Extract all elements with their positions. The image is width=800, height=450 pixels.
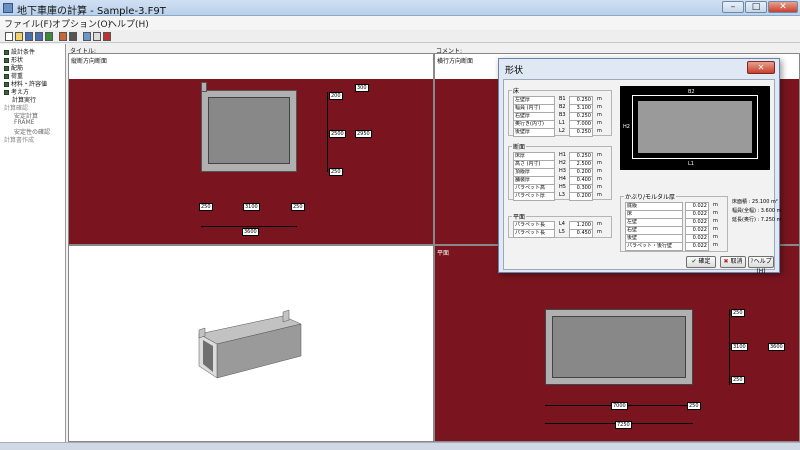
status-bar [0,442,800,450]
title-bar: 地下車庫の計算 - Sample-3.F9T – □ ✕ [0,0,800,17]
pane-view-label: 平面 [437,250,450,257]
dim-label: 200 [329,92,343,100]
tree-item-report[interactable]: 計算書作成 [4,135,34,144]
check-icon: ✔ [691,258,697,265]
culvert-plan-inner [552,316,686,378]
group-title: 断面 [512,142,527,151]
dim-line [201,226,297,227]
preview-inner [638,101,752,153]
value-input[interactable]: 0.250 [569,128,593,137]
section-group: 断面 床厚 H1 0.250 m 高さ (内寸) H2 2.500 m 頂版厚 H3 0.200… [508,142,612,201]
floor-group: 床 左壁厚 B1 0.250 m 幅員 (内寸) B2 3.100 m 右壁厚 B3 0.250… [508,86,612,137]
group-title: 床 [512,86,521,95]
dim-label: 7250 [615,421,632,429]
dim-label: 300 [355,84,369,92]
report-icon[interactable] [69,32,77,41]
toolbar [0,30,800,43]
3d-view-pane[interactable] [68,245,434,442]
close-button[interactable]: ✕ [768,1,798,13]
dialog-title: 形状 [505,66,524,76]
summary-row: 床面積 : 25.100 m² [732,199,778,205]
dim-label: 2500 [329,130,346,138]
value-input[interactable]: 0.450 [569,229,593,238]
shape-preview: B2 L1 H2 [620,86,770,170]
group-title: かぶり/モルタル厚 [624,192,677,201]
pane-view-label: 縦断方向断面 [71,58,108,65]
dim-label: 250 [731,376,745,384]
dim-label: 2950 [355,130,372,138]
dim-label: 3100 [243,203,260,211]
parapet [201,82,207,92]
inner-space [208,97,290,164]
dim-label: 250 [329,168,343,176]
dim-label: 7000 [611,402,628,410]
shape-dialog: 形状 ✕ 床 左壁厚 B1 0.250 m 幅員 (内寸) B2 3.100 m 右壁厚 B3… [498,58,782,275]
dialog-close-button[interactable]: ✕ [747,61,775,74]
dim-label: 3600 [242,228,259,236]
help-button[interactable]: ?ヘルプ(H) [748,256,774,275]
dialog-body: 床 左壁厚 B1 0.250 m 幅員 (内寸) B2 3.100 m 右壁厚 B3 0.250… [503,79,782,275]
pane-view-label: 横行方向断面 [437,58,474,65]
dim-line [327,92,328,172]
ok-button[interactable]: ✔ 確定 [686,256,716,268]
dim-line [729,309,730,385]
value-input[interactable]: 0.200 [569,192,593,201]
dim-label: 250 [199,203,213,211]
cover-group: かぶり/モルタル厚 底版 0.022 m 床 0.022 m 左壁 0.022 m 右壁 0.… [620,192,728,252]
summary-row: 延長(奥行) : 7.250 m [732,217,782,223]
window-title: 地下車庫の計算 - Sample-3.F9T [17,6,166,17]
export-icon[interactable] [45,32,53,41]
save-icon[interactable] [25,32,33,41]
preview-label: H2 [623,124,630,130]
menu-file[interactable]: ファイル(F) [4,17,52,30]
dim-label: 250 [731,309,745,317]
menu-options[interactable]: オプション(O) [52,17,111,30]
new-file-icon[interactable] [5,32,13,41]
app-icon [3,3,13,13]
tree-item-frame[interactable]: FRAME [14,119,34,126]
help-icon[interactable] [83,32,91,41]
menu-bar: ファイル(F) オプション(O) ヘルプ(H) [0,16,800,30]
preview-label: L1 [688,161,694,167]
calc-icon[interactable] [59,32,67,41]
dim-label: 250 [687,402,701,410]
group-title: 平面 [512,212,527,221]
summary-row: 幅員(全幅) : 3.600 m [732,208,782,214]
exit-icon[interactable] [103,32,111,41]
cross-icon: ✖ [723,258,729,265]
plan-group: 平面 パラペット長 L4 1.200 m パラペット長 L5 0.450 m [508,212,612,238]
dim-label: 250 [291,203,305,211]
minimize-button[interactable]: – [722,1,744,13]
menu-help[interactable]: ヘルプ(H) [108,17,149,30]
value-input[interactable]: 0.022 [685,242,709,251]
input-tree: 設計条件 形状 配筋 荷重 材料・許容値 考え方 計算実行 計算確認 安定計算 … [0,44,66,442]
open-folder-icon[interactable] [15,32,23,41]
tool-icon[interactable] [93,32,101,41]
preview-label: B2 [688,89,695,95]
cancel-button[interactable]: ✖ 取消 [720,256,746,268]
summary-block: 床面積 : 25.100 m² 幅員(全幅) : 3.600 m 延長(奥行) … [732,198,782,225]
maximize-button[interactable]: □ [745,1,767,13]
longitudinal-section-pane[interactable]: 縦断方向断面 200 2500 250 2950 300 250 3100 25… [68,53,434,245]
dim-label: 3600 [768,343,785,351]
plan-view-pane[interactable]: 平面 250 3100 250 3600 7000 250 7250 [434,245,800,442]
dim-label: 3100 [731,343,748,351]
save-as-icon[interactable] [35,32,43,41]
culvert-3d-model [198,309,302,379]
